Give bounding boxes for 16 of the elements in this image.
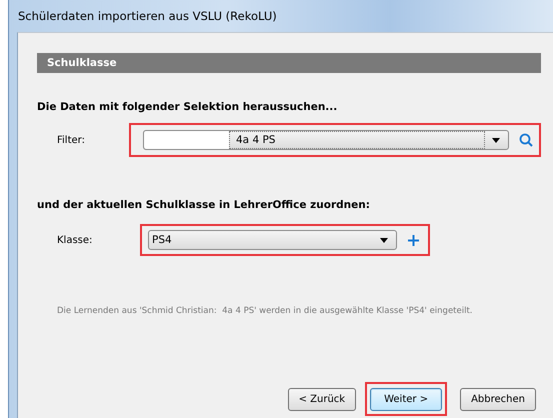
section-heading: Die Daten mit folgender Selektion heraussuchen... bbox=[37, 101, 338, 113]
caret-icon bbox=[380, 238, 388, 242]
wizard-button[interactable]: < Zurück bbox=[288, 388, 356, 411]
field-label: Filter: bbox=[56, 134, 86, 146]
filter-dropdown[interactable]: 4a 4 PS bbox=[143, 130, 509, 150]
add-icon[interactable] bbox=[408, 234, 419, 246]
search-icon[interactable] bbox=[519, 133, 533, 147]
window-title: Schülerdaten importieren aus VSLU (RekoLU) bbox=[18, 9, 277, 23]
caret-icon bbox=[492, 138, 500, 142]
wizard-button[interactable]: Abbrechen bbox=[460, 388, 536, 411]
class-dropdown[interactable]: PS4 bbox=[148, 230, 397, 250]
wizard-button[interactable]: Weiter > bbox=[370, 388, 442, 411]
section-title: Schulklasse bbox=[47, 57, 117, 69]
section-heading: und der aktuellen Schulklasse in LehrerOffice zuordnen: bbox=[37, 199, 371, 211]
info-text: Die Lernenden aus 'Schmid Christian: 4a 4 PS' werden in die ausgewählte Klasse 'PS4' eingeteilt. bbox=[56, 306, 474, 316]
field-label: Klasse: bbox=[56, 234, 94, 246]
